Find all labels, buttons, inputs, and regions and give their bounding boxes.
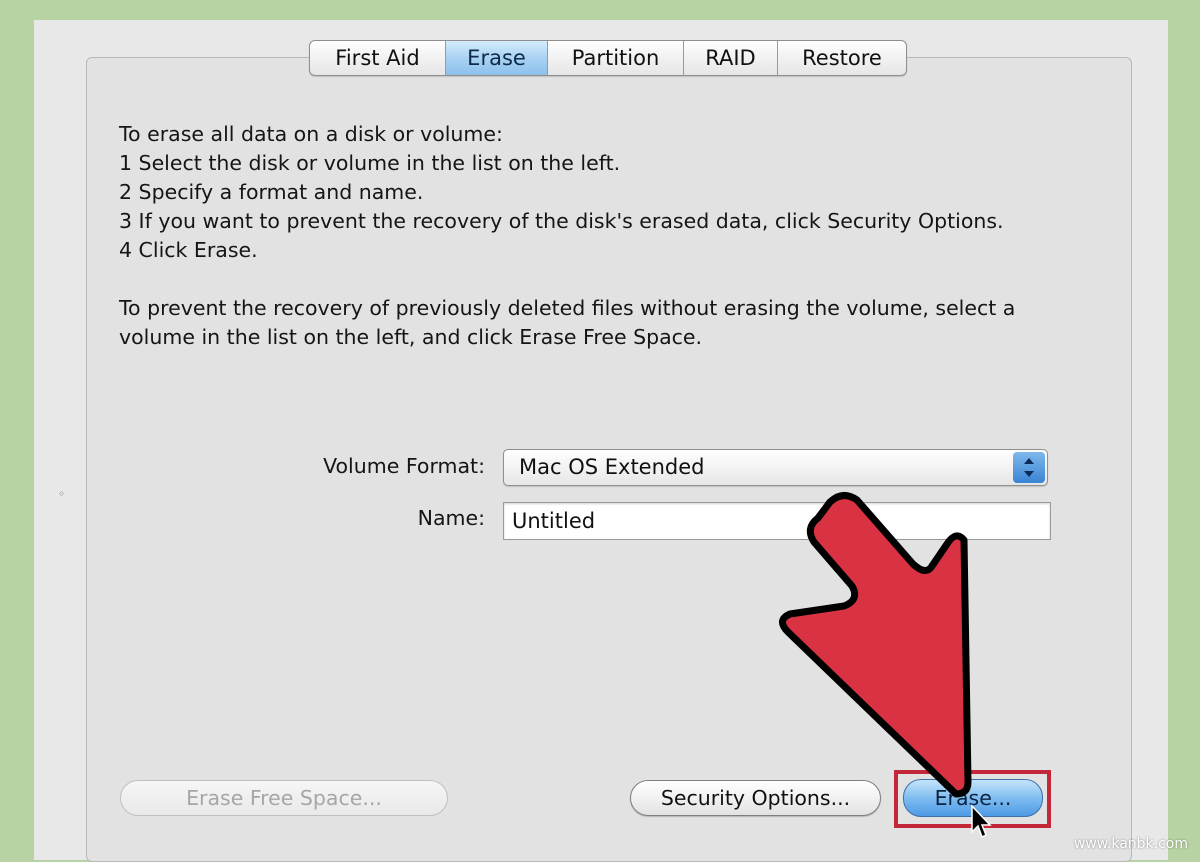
tab-bar: First Aid Erase Partition RAID Restore [309, 40, 907, 76]
instruction-line: 3 If you want to prevent the recovery of… [119, 209, 1004, 233]
name-label: Name: [417, 506, 485, 530]
resize-handle-icon: ◦ [58, 487, 66, 501]
tab-erase[interactable]: Erase [446, 41, 548, 75]
watermark-text: www.kanbk.com [1073, 836, 1188, 852]
stepper-icon[interactable] [1013, 452, 1045, 483]
volume-format-label: Volume Format: [323, 454, 485, 478]
tab-first-aid[interactable]: First Aid [310, 41, 446, 75]
instruction-line: To prevent the recovery of previously de… [119, 296, 1016, 320]
instruction-line: To erase all data on a disk or volume: [119, 122, 503, 146]
tab-restore[interactable]: Restore [778, 41, 906, 75]
volume-format-value: Mac OS Extended [519, 455, 705, 479]
tab-raid[interactable]: RAID [684, 41, 778, 75]
tab-partition[interactable]: Partition [548, 41, 684, 75]
erase-free-space-button[interactable]: Erase Free Space... [120, 780, 448, 816]
annotation-arrow-icon [779, 492, 972, 798]
instruction-line: 1 Select the disk or volume in the list … [119, 151, 621, 175]
mouse-cursor-icon [971, 804, 992, 839]
instructions-text: To erase all data on a disk or volume: 1… [119, 120, 1119, 352]
instruction-line: volume in the list on the left, and clic… [119, 325, 703, 349]
instruction-line: 4 Click Erase. [119, 238, 258, 262]
volume-format-select[interactable]: Mac OS Extended [503, 449, 1048, 486]
instruction-line: 2 Specify a format and name. [119, 180, 424, 204]
